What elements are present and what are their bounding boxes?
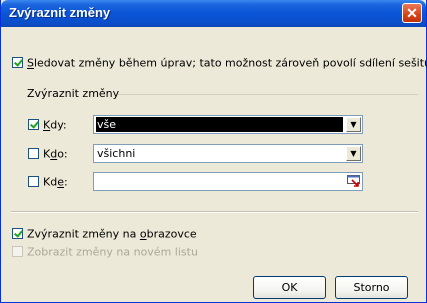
where-checkbox[interactable] [28, 176, 39, 187]
who-checkbox[interactable] [28, 148, 39, 159]
when-checkbox[interactable] [28, 119, 39, 130]
highlight-group-label: Zvýraznit změny [27, 87, 120, 100]
dialog-window: Zvýraznit změny ✕ Sledovat změny během ú… [0, 0, 427, 303]
where-option[interactable]: Kde: [28, 175, 68, 189]
chevron-down-icon[interactable]: ▼ [346, 117, 361, 132]
list-on-new-sheet-option: Zobrazit změny na novém listu [12, 245, 198, 259]
separator [11, 211, 418, 213]
highlight-on-screen-checkbox[interactable] [12, 228, 23, 239]
list-on-new-sheet-label: Zobrazit změny na novém listu [27, 245, 198, 259]
track-changes-checkbox[interactable] [12, 57, 23, 68]
when-option[interactable]: Kdy: [28, 118, 67, 132]
dialog-title: Zvýraznit změny [9, 5, 111, 20]
where-range-input[interactable] [93, 172, 363, 191]
highlight-on-screen-option[interactable]: Zvýraznit změny na obrazovce [12, 227, 197, 241]
track-changes-option[interactable]: Sledovat změny během úprav; tato možnost… [12, 56, 427, 70]
list-on-new-sheet-checkbox [12, 246, 23, 257]
when-dropdown[interactable]: vše ▼ [93, 115, 363, 134]
track-changes-label: ledovat změny během úprav; tato možnost … [33, 56, 427, 70]
ok-button[interactable]: OK [253, 276, 326, 299]
when-value: vše [96, 117, 343, 132]
group-divider [118, 94, 418, 95]
who-option[interactable]: Kdo: [28, 147, 68, 161]
when-label: dy: [50, 118, 67, 132]
cancel-button[interactable]: Storno [335, 276, 408, 299]
close-button[interactable]: ✕ [402, 3, 422, 23]
who-dropdown[interactable]: všichni ▼ [93, 144, 363, 163]
where-value [96, 174, 343, 189]
who-value: všichni [97, 147, 136, 160]
chevron-down-icon[interactable]: ▼ [346, 146, 361, 161]
title-bar: Zvýraznit změny ✕ [1, 0, 426, 27]
close-icon: ✕ [406, 5, 418, 21]
accelerator-key: o [139, 227, 147, 241]
accelerator-key: e [57, 175, 64, 189]
accelerator-key: S [27, 56, 34, 70]
range-picker-icon[interactable] [347, 175, 360, 188]
